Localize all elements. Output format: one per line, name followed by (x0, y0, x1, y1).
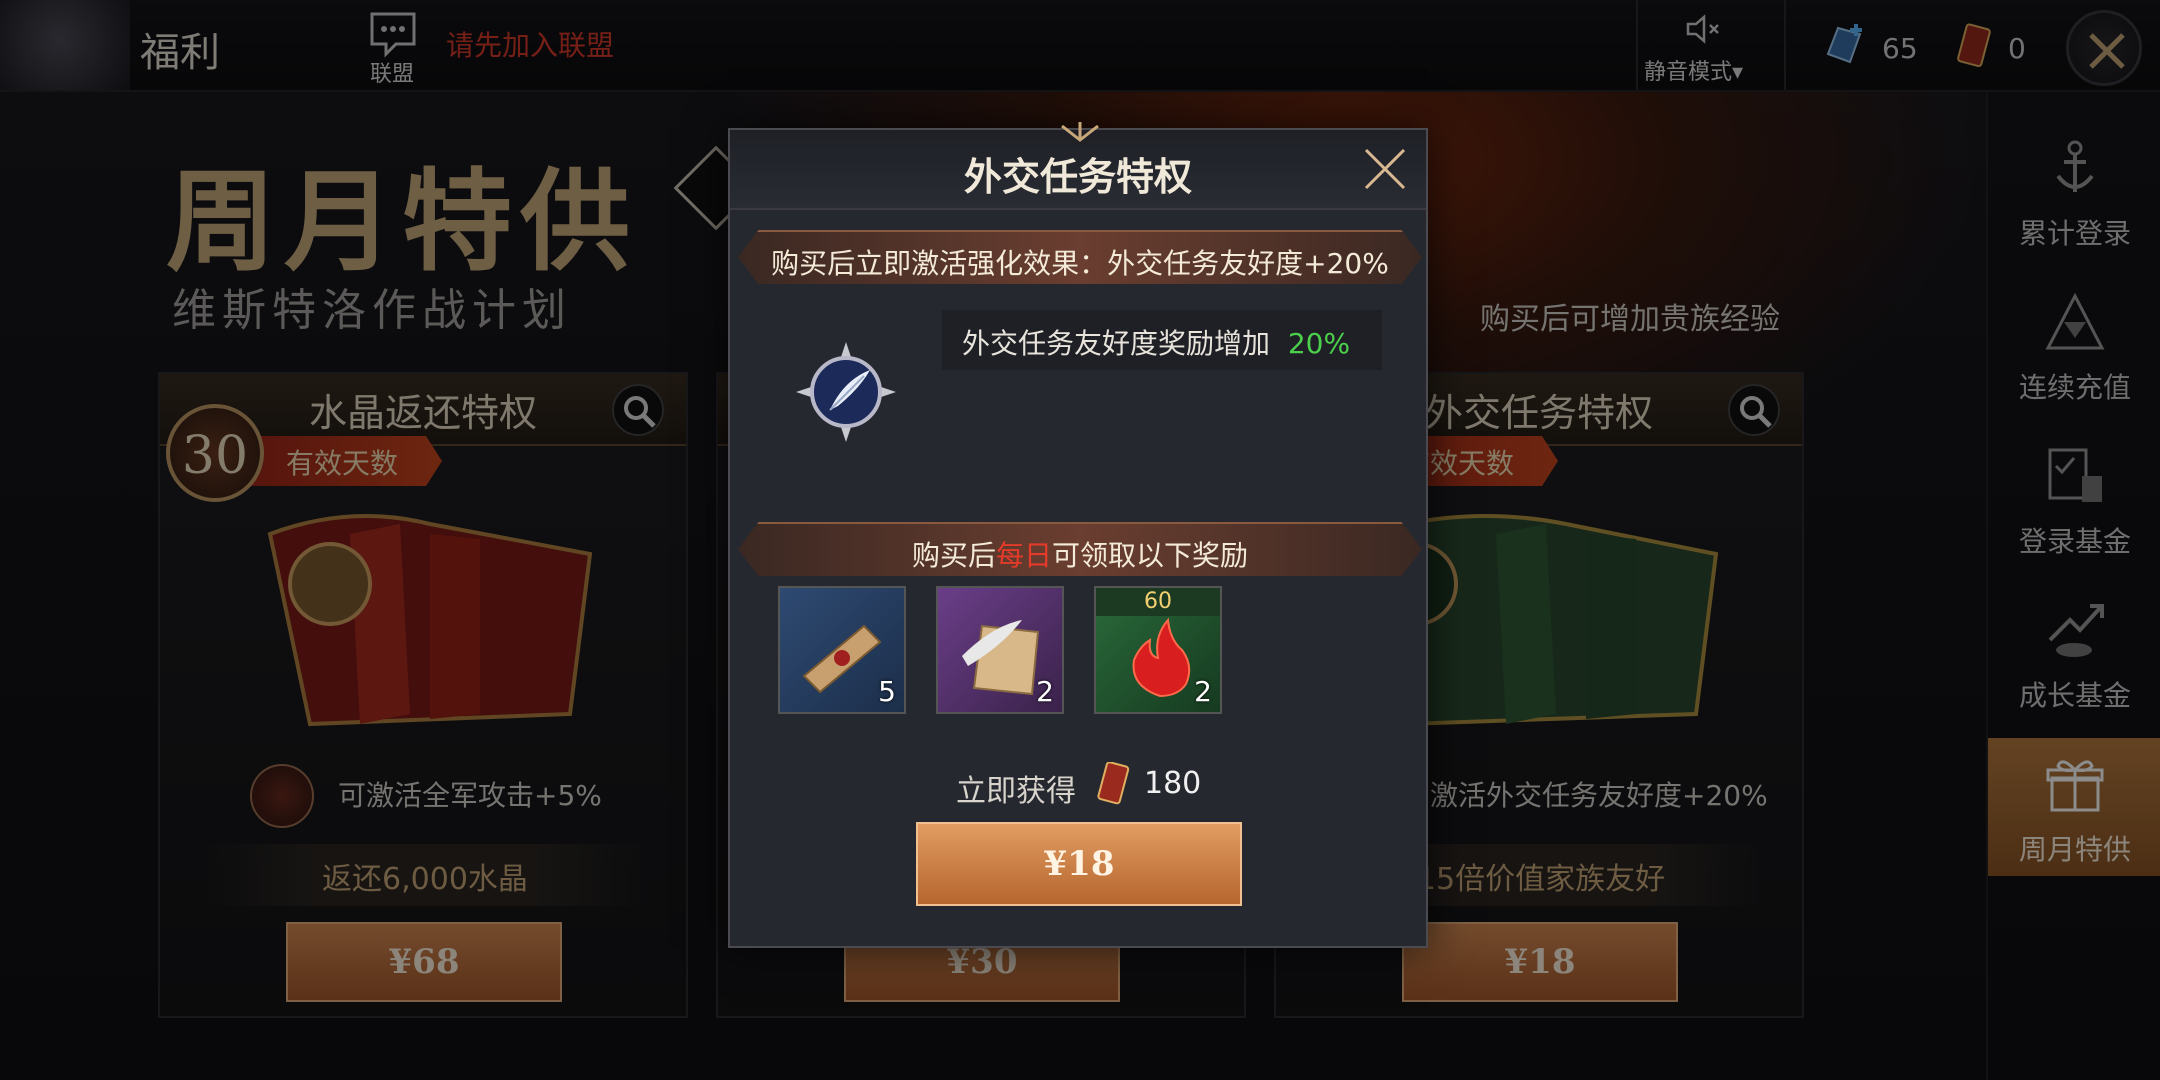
effect-box: 外交任务友好度奖励增加 20% (942, 310, 1382, 370)
daily-rewards-text: 购买后每日可领取以下奖励 (738, 534, 1422, 574)
effect-label: 外交任务友好度奖励增加 (962, 327, 1271, 360)
reward-item[interactable]: 2 (936, 586, 1064, 714)
reward-count: 2 (1036, 675, 1054, 708)
instant-gain-label: 立即获得 (956, 774, 1076, 809)
effect-banner-text: 购买后立即激活强化效果：外交任务友好度+20% (771, 247, 1389, 280)
purchase-price: ¥18 (1043, 844, 1115, 884)
daily-rewards-banner: 购买后每日可领取以下奖励 (738, 522, 1422, 576)
reward-count: 2 (1194, 675, 1212, 708)
daily-rewards-pre: 购买后 (911, 539, 996, 572)
instant-gain-value: 180 (1144, 766, 1202, 801)
feather-compass-icon (796, 342, 896, 442)
effect-value: 20% (1287, 327, 1351, 360)
daily-highlight: 每日 (995, 539, 1052, 572)
instant-gain-row: 立即获得 180 (730, 758, 1426, 809)
dialog-header: 外交任务特权 (730, 122, 1426, 210)
purchase-button[interactable]: ¥18 (916, 822, 1242, 906)
dialog-title: 外交任务特权 (963, 154, 1192, 199)
effect-banner: 购买后立即激活强化效果：外交任务友好度+20% (738, 230, 1422, 284)
reward-item[interactable]: 60 2 (1094, 586, 1222, 714)
effect-description: 外交任务友好度奖励增加 20% (962, 322, 1350, 362)
reward-count: 5 (878, 675, 896, 708)
close-icon[interactable] (1360, 144, 1410, 194)
crest-ornament-icon (1061, 122, 1099, 142)
ticket-icon (1097, 762, 1130, 805)
daily-rewards-post: 可领取以下奖励 (1052, 539, 1249, 572)
privilege-dialog: 外交任务特权 购买后立即激活强化效果：外交任务友好度+20% 外交任务友好度奖励… (728, 122, 1428, 948)
reward-item[interactable]: 5 (778, 586, 906, 714)
